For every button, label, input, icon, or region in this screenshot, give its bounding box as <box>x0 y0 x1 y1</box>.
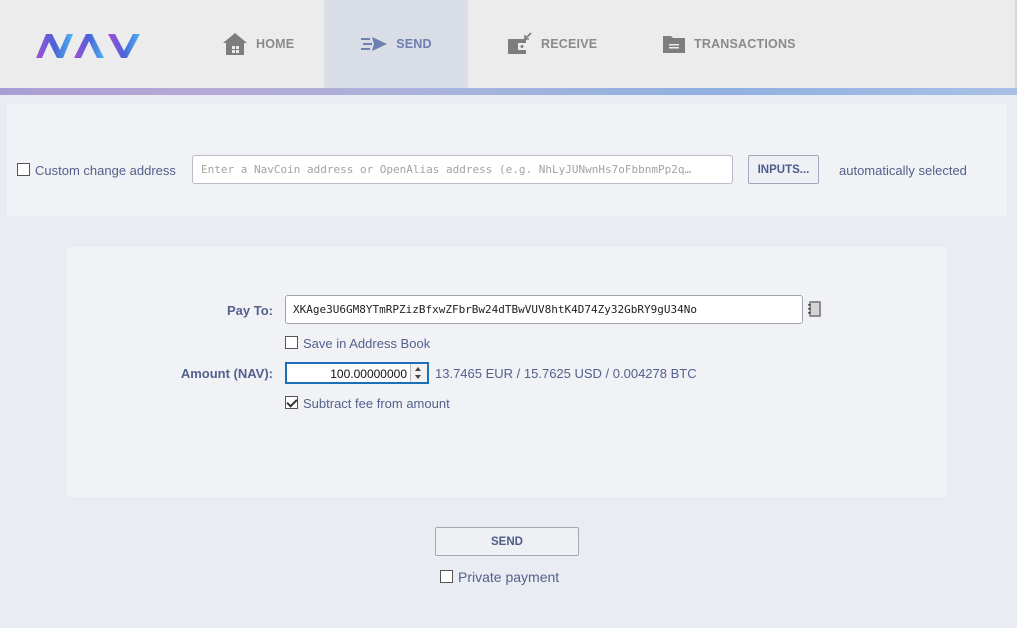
tab-transactions[interactable]: TRANSACTIONS <box>662 0 796 92</box>
save-address-label: Save in Address Book <box>303 336 431 351</box>
custom-change-checkbox[interactable] <box>17 163 30 176</box>
amount-spinner[interactable] <box>410 364 427 382</box>
save-address-checkbox[interactable] <box>285 336 298 349</box>
tab-send[interactable]: SEND <box>324 0 468 92</box>
private-payment-checkbox[interactable] <box>440 570 453 583</box>
tab-receive-label: RECEIVE <box>541 37 598 51</box>
tab-home[interactable]: HOME <box>222 0 294 92</box>
tab-transactions-label: TRANSACTIONS <box>694 37 796 51</box>
tab-send-label: SEND <box>396 37 432 51</box>
amount-conversion: 13.7465 EUR / 15.7625 USD / 0.004278 BTC <box>435 366 697 381</box>
custom-change-address-input[interactable]: Enter a NavCoin address or OpenAlias add… <box>192 155 733 184</box>
send-button[interactable]: SEND <box>435 527 579 556</box>
home-icon <box>223 33 247 55</box>
amount-label: Amount (NAV): <box>180 366 273 381</box>
folder-icon <box>663 36 685 53</box>
tab-receive[interactable]: RECEIVE <box>507 0 597 92</box>
spin-up-icon[interactable] <box>415 367 421 371</box>
spin-down-icon[interactable] <box>415 375 421 379</box>
address-book-icon[interactable] <box>807 300 823 318</box>
header-accent-bar <box>0 88 1017 95</box>
private-payment-label: Private payment <box>458 569 560 585</box>
pay-to-input[interactable]: XKAge3U6GM8YTmRPZizBfxwZFbrBw24dTBwVUV8h… <box>285 295 803 324</box>
amount-input[interactable]: 100.00000000 <box>285 362 429 384</box>
nav-logo <box>36 34 140 58</box>
inputs-button[interactable]: INPUTS... <box>748 155 819 184</box>
custom-change-label: Custom change address <box>35 163 176 178</box>
tab-home-label: HOME <box>256 37 295 51</box>
receive-icon <box>508 32 532 54</box>
top-navigation-bar: HOME SEND RECEIVE TRANSACTIONS <box>0 0 1017 92</box>
subtract-fee-checkbox[interactable] <box>285 396 298 409</box>
amount-value: 100.00000000 <box>330 367 407 381</box>
subtract-fee-label: Subtract fee from amount <box>303 396 450 411</box>
selection-status: automatically selected <box>839 163 967 178</box>
pay-to-label: Pay To: <box>227 303 273 318</box>
send-icon <box>361 37 388 51</box>
